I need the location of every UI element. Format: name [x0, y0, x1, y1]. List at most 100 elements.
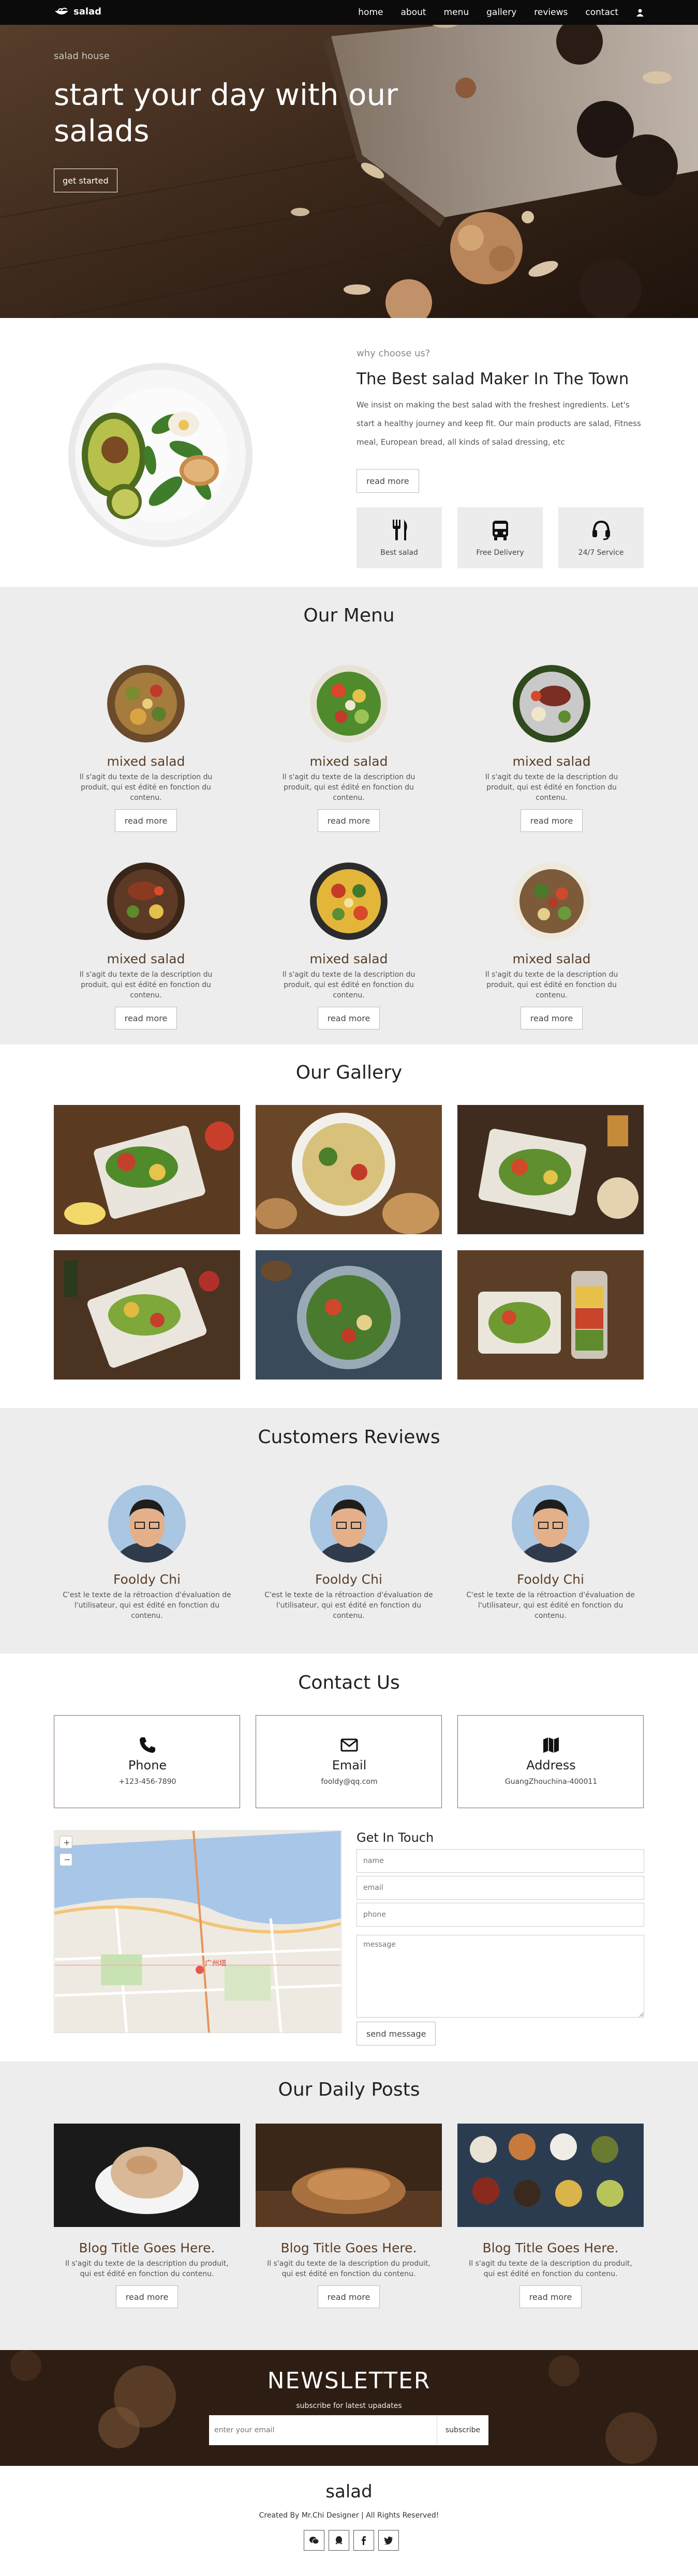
gallery-title: Our Gallery: [295, 1062, 403, 1083]
reviewer-name: Fooldy Chi: [113, 1572, 181, 1587]
review-card: Fooldy Chi C'est le texte de la rétroact…: [452, 1485, 649, 1621]
newsletter-email-input[interactable]: [209, 2415, 437, 2445]
nav-link-reviews[interactable]: reviews: [534, 7, 568, 18]
twitter-icon[interactable]: [378, 2530, 399, 2551]
nav-link-menu[interactable]: menu: [444, 7, 469, 18]
review-card: Fooldy Chi C'est le texte de la rétroact…: [49, 1485, 245, 1621]
salad-plate-image: [68, 363, 253, 547]
menu-read-more-button[interactable]: read more: [114, 1007, 177, 1029]
email-field[interactable]: [357, 1876, 644, 1900]
newsletter-section: NEWSLETTER subscribe for latest upadates…: [0, 2350, 698, 2466]
post-image[interactable]: [54, 2124, 240, 2227]
contact-label: Address: [526, 1758, 576, 1772]
footer: salad Created By Mr.Chi Designer | All R…: [0, 2466, 698, 2572]
contact-email-box: Email fooldy@qq.com: [256, 1715, 442, 1808]
svg-text:−: −: [64, 1855, 70, 1865]
menu-item-description: Il s'agit du texte de la description du …: [79, 773, 213, 802]
menu-read-more-button[interactable]: read more: [520, 1007, 583, 1029]
post-read-more-button[interactable]: read more: [317, 2285, 380, 2308]
menu-item: mixed salad Il s'agit du texte de la des…: [263, 862, 434, 1029]
avatar: [108, 1485, 186, 1594]
nav-link-home[interactable]: home: [358, 7, 383, 18]
about-read-more-button[interactable]: read more: [357, 469, 419, 493]
post-title: Blog Title Goes Here.: [482, 2240, 619, 2255]
menu-item-name: mixed salad: [107, 754, 185, 769]
review-text: C'est le texte de la rétroaction d'évalu…: [264, 1591, 433, 1620]
subscribe-button[interactable]: subscribe: [437, 2415, 488, 2445]
nav-link-contact[interactable]: contact: [585, 7, 618, 18]
feature-best-salad: Best salad: [357, 507, 442, 568]
contact-title: Contact Us: [298, 1672, 400, 1693]
contact-phone-box: Phone +123-456-7890: [54, 1715, 240, 1808]
reviews-section: Customers Reviews Fooldy Chi C'est le te…: [0, 1408, 698, 1654]
salad-dish-image: [513, 862, 590, 940]
review-text: C'est le texte de la rétroaction d'évalu…: [466, 1591, 635, 1620]
posts-section: Our Daily Posts Blog Title Goes Here. Il…: [0, 2062, 698, 2350]
menu-item-description: Il s'agit du texte de la description du …: [282, 971, 415, 999]
get-started-button[interactable]: get started: [54, 169, 117, 192]
menu-item-name: mixed salad: [309, 754, 388, 769]
gallery-image[interactable]: [54, 1250, 240, 1380]
menu-item-name: mixed salad: [107, 951, 185, 966]
menu-title: Our Menu: [303, 605, 395, 626]
post-image[interactable]: [256, 2124, 442, 2227]
hero-section: salad house start your day with our sala…: [0, 0, 698, 318]
menu-item-name: mixed salad: [309, 951, 388, 966]
gallery-image[interactable]: [457, 1105, 644, 1234]
name-field[interactable]: [357, 1849, 644, 1873]
gallery-image[interactable]: [54, 1105, 240, 1234]
gallery-image[interactable]: [256, 1105, 442, 1234]
menu-item: mixed salad Il s'agit du texte de la des…: [61, 862, 231, 1029]
menu-item: mixed salad Il s'agit du texte de la des…: [466, 862, 637, 1029]
social-links: [304, 2530, 399, 2551]
salad-dish-image: [513, 665, 590, 743]
brand-logo[interactable]: salad: [54, 6, 101, 17]
menu-read-more-button[interactable]: read more: [520, 809, 583, 832]
svg-text:+: +: [63, 1838, 70, 1847]
menu-read-more-button[interactable]: read more: [317, 809, 380, 832]
gallery-image[interactable]: [457, 1250, 644, 1380]
post-read-more-button[interactable]: read more: [115, 2285, 179, 2308]
post-image[interactable]: [457, 2124, 644, 2227]
salad-dish-image: [107, 862, 185, 940]
gallery-image[interactable]: [256, 1250, 442, 1380]
reviewer-name: Fooldy Chi: [315, 1572, 382, 1587]
facebook-icon[interactable]: [353, 2530, 374, 2551]
menu-item: mixed salad Il s'agit du texte de la des…: [263, 665, 434, 832]
post-title: Blog Title Goes Here.: [280, 2240, 417, 2255]
menu-item-name: mixed salad: [512, 951, 591, 966]
contact-label: Phone: [128, 1758, 167, 1772]
feature-label: Best salad: [380, 549, 418, 557]
message-field[interactable]: [357, 1935, 644, 2018]
bus-icon: [493, 521, 508, 540]
utensils-icon: [393, 520, 407, 540]
send-message-button[interactable]: send message: [357, 2022, 436, 2045]
contact-label: Email: [332, 1758, 367, 1772]
feature-24-7-service: 24/7 Service: [558, 507, 644, 568]
menu-read-more-button[interactable]: read more: [317, 1007, 380, 1029]
post-card: Blog Title Goes Here. Il s'agit du texte…: [457, 2124, 644, 2308]
post-description: Il s'agit du texte de la description du …: [267, 2260, 430, 2278]
nav-link-gallery[interactable]: gallery: [486, 7, 516, 18]
avatar: [310, 1485, 388, 1594]
qq-icon[interactable]: [329, 2530, 349, 2551]
post-card: Blog Title Goes Here. Il s'agit du texte…: [256, 2124, 442, 2308]
nav-link-about[interactable]: about: [400, 7, 426, 18]
post-title: Blog Title Goes Here.: [79, 2240, 215, 2255]
location-map[interactable]: 广州塔 + −: [54, 1830, 341, 2033]
hero-title: start your day with our salads: [54, 77, 398, 148]
salad-dish-image: [107, 665, 185, 743]
menu-item-description: Il s'agit du texte de la description du …: [282, 773, 415, 802]
wechat-icon[interactable]: [304, 2530, 324, 2551]
post-read-more-button[interactable]: read more: [519, 2285, 582, 2308]
about-title: The Best salad Maker In The Town: [357, 370, 629, 388]
review-text: C'est le texte de la rétroaction d'évalu…: [63, 1591, 231, 1620]
phone-field[interactable]: [357, 1903, 644, 1927]
menu-item: mixed salad Il s'agit du texte de la des…: [466, 665, 637, 832]
contact-value: GuangZhouchina-400011: [504, 1778, 598, 1786]
brand-name: salad: [73, 6, 102, 17]
feature-label: 24/7 Service: [578, 549, 624, 557]
menu-read-more-button[interactable]: read more: [114, 809, 177, 832]
contact-section: Contact Us Phone +123-456-7890 Email foo…: [0, 1654, 698, 2062]
user-icon[interactable]: [636, 8, 644, 17]
